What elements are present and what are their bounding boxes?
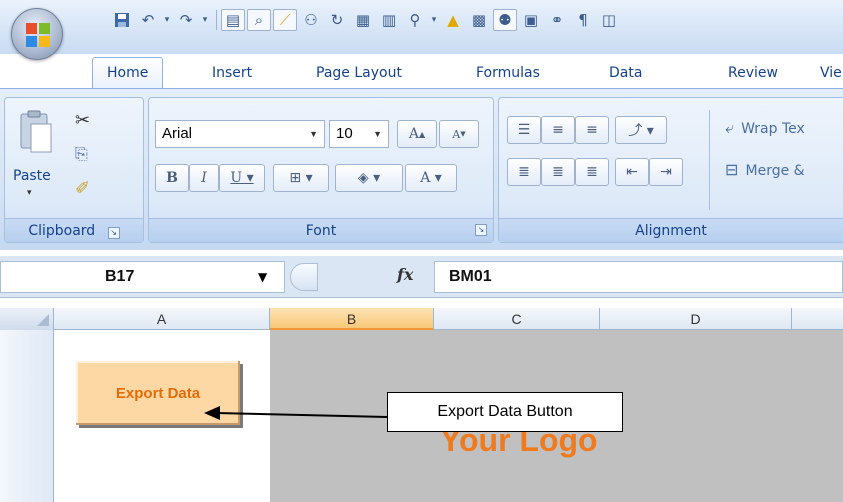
refresh-icon[interactable]: ↻ [325, 9, 349, 31]
alignment-group: ☰ ≡ ≡ ⤴ ▾ ≣ ≣ ≣ ⇤ ⇥ ⤶ Wrap Tex ⊟ Merge &… [498, 97, 843, 243]
column-header-b[interactable]: B [270, 308, 434, 330]
separator [216, 10, 217, 30]
ribbon: Paste ▾ ✂ ⎘ ✐ Clipboard ↘ Arial ▼ 10 ▼ A… [0, 88, 843, 250]
redo-icon[interactable]: ↷ [174, 9, 198, 31]
paste-icon [20, 110, 52, 153]
font-group-label: Font [305, 223, 337, 239]
merge-center-button[interactable]: ⊟ Merge & [725, 160, 805, 179]
search-icon[interactable]: ⚲ [403, 9, 427, 31]
cut-icon[interactable]: ✂ [75, 110, 90, 131]
font-name-combo[interactable]: Arial ▼ [155, 120, 325, 148]
office-logo-icon [26, 23, 50, 47]
paragraph-icon[interactable]: ¶ [571, 9, 595, 31]
font-size-combo[interactable]: 10 ▼ [329, 120, 389, 148]
clipboard-group: Paste ▾ ✂ ⎘ ✐ Clipboard ↘ [4, 97, 144, 243]
table2-icon[interactable]: ▥ [377, 9, 401, 31]
bold-icon[interactable]: B [155, 164, 189, 192]
people-icon[interactable]: ⚇ [299, 9, 323, 31]
select-all-button[interactable] [0, 308, 54, 330]
function-icon[interactable]: fx [397, 265, 413, 284]
merge-label: Merge & [745, 163, 805, 179]
dialog-launcher-icon[interactable]: ↘ [107, 227, 120, 239]
tab-view[interactable]: Vie [806, 58, 843, 88]
chevron-down-icon: ▾ [27, 188, 32, 198]
people2-icon[interactable]: ⚉ [493, 9, 517, 31]
name-box[interactable]: B17 [0, 261, 285, 293]
tab-review[interactable]: Review [714, 58, 792, 88]
underline-icon[interactable]: U ▾ [219, 164, 265, 192]
column-header-a[interactable]: A [54, 308, 270, 330]
align-middle-icon[interactable]: ≡ [541, 116, 575, 144]
merge-icon: ⊟ [725, 160, 739, 179]
undo-icon[interactable]: ↶ [136, 9, 160, 31]
warning-icon[interactable]: ▲ [441, 9, 465, 31]
align-top-icon[interactable]: ☰ [507, 116, 541, 144]
properties-icon[interactable]: ▤ [221, 9, 245, 31]
decrease-indent-icon[interactable]: ⇤ [615, 158, 649, 186]
sheet-icon[interactable]: ▣ [519, 9, 543, 31]
quick-access-toolbar: ↶ ▾ ↷ ▾ ▤ ⌕ ⟋ ⚇ ↻ ▦ ▥ ⚲ ▾ ▲ ▩ ⚉ ▣ ⚭ ¶ ◫ [110, 8, 623, 32]
dialog-launcher-icon[interactable]: ↘ [475, 224, 487, 236]
borders-icon[interactable]: ⊞ ▾ [273, 164, 329, 192]
chevron-down-icon: ▼ [373, 129, 382, 139]
column-header-d[interactable]: D [600, 308, 792, 330]
column-header-e[interactable] [792, 308, 843, 330]
font-name-value: Arial [162, 125, 193, 142]
table-icon[interactable]: ▦ [351, 9, 375, 31]
title-bar: ↶ ▾ ↷ ▾ ▤ ⌕ ⟋ ⚇ ↻ ▦ ▥ ⚲ ▾ ▲ ▩ ⚉ ▣ ⚭ ¶ ◫ [0, 0, 843, 60]
save-icon[interactable] [110, 9, 134, 31]
align-left-icon[interactable]: ≣ [507, 158, 541, 186]
formula-input[interactable]: BM01 [434, 261, 843, 293]
shrink-font-icon[interactable]: A ▼ [439, 120, 479, 148]
align-center-icon[interactable]: ≣ [541, 158, 575, 186]
orientation-icon[interactable]: ⤴ ▾ [615, 116, 667, 144]
align-right-icon[interactable]: ≣ [575, 158, 609, 186]
formula-tools: fx [290, 261, 432, 293]
fill-color-icon[interactable]: ◈ ▾ [335, 164, 403, 192]
grow-font-icon[interactable]: A ▲ [397, 120, 437, 148]
formula-bar-handle[interactable] [290, 263, 318, 291]
formula-bar: B17 ▼ fx BM01 [0, 256, 843, 298]
chevron-down-icon[interactable]: ▼ [258, 270, 267, 284]
clipboard-group-label: Clipboard [28, 223, 96, 239]
grid-icon[interactable]: ▩ [467, 9, 491, 31]
dropdown-arrow-icon[interactable]: ▾ [429, 9, 439, 31]
office-button[interactable] [11, 8, 63, 60]
tab-data[interactable]: Data [595, 58, 656, 88]
wrap-text-button[interactable]: ⤶ Wrap Tex [725, 118, 805, 138]
font-color-icon[interactable]: A ▾ [405, 164, 457, 192]
dropdown-arrow-icon[interactable]: ▾ [200, 9, 210, 31]
columns-icon[interactable]: ◫ [597, 9, 621, 31]
dropdown-arrow-icon[interactable]: ▾ [162, 9, 172, 31]
paste-label: Paste [13, 168, 51, 184]
format-painter-icon[interactable]: ✐ [75, 178, 90, 199]
font-group: Arial ▼ 10 ▼ A ▲ A ▼ B I U ▾ ⊞ ▾ ◈ ▾ A ▾ F… [148, 97, 494, 243]
column-headers: A B C D [0, 308, 843, 330]
font-size-value: 10 [336, 125, 353, 142]
chevron-down-icon: ▼ [309, 129, 318, 139]
alignment-group-label: Alignment [635, 223, 707, 239]
row-headers [0, 330, 54, 502]
increase-indent-icon[interactable]: ⇥ [649, 158, 683, 186]
column-header-c[interactable]: C [434, 308, 600, 330]
wrap-text-label: Wrap Tex [741, 121, 805, 137]
separator [709, 110, 710, 210]
link-icon[interactable]: ⚭ [545, 9, 569, 31]
callout-arrow [204, 406, 389, 420]
italic-icon[interactable]: I [189, 164, 219, 192]
paste-button[interactable]: Paste ▾ [11, 106, 59, 206]
callout-label: Export Data Button [387, 392, 623, 432]
copy-icon[interactable]: ⎘ [75, 144, 88, 164]
wrap-text-icon: ⤶ [725, 118, 734, 137]
align-bottom-icon[interactable]: ≡ [575, 116, 609, 144]
tab-formulas[interactable]: Formulas [462, 58, 554, 88]
tab-page-layout[interactable]: Page Layout [302, 58, 416, 88]
find-icon[interactable]: ⌕ [247, 9, 271, 31]
chart-icon[interactable]: ⟋ [273, 9, 297, 31]
tab-insert[interactable]: Insert [198, 58, 266, 88]
tab-home[interactable]: Home [92, 57, 164, 89]
